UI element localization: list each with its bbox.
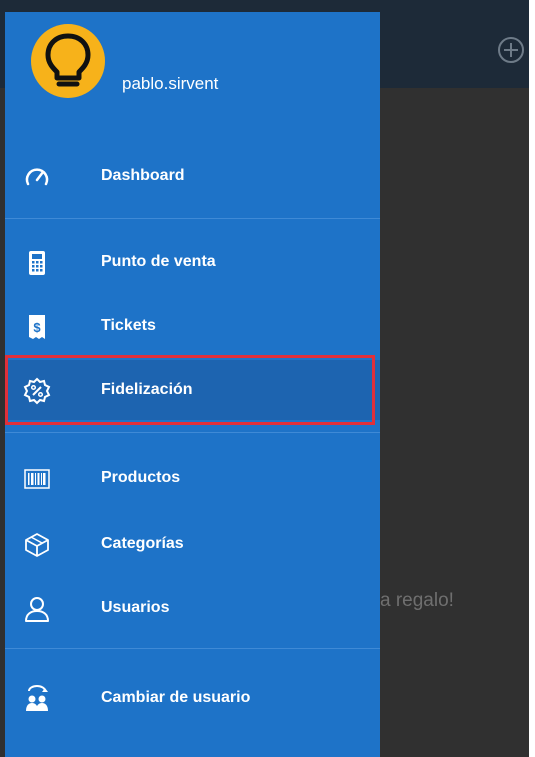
percent-badge-icon — [23, 377, 51, 405]
avatar[interactable] — [31, 24, 105, 98]
switch-user-icon — [26, 685, 48, 711]
navigation-drawer: pablo.sirvent Dashboard Punto de venta $… — [5, 12, 380, 757]
receipt-icon: $ — [29, 315, 45, 339]
menu-item-label: Productos — [101, 469, 181, 486]
menu-item-cambiar-de-usuario[interactable]: Cambiar de usuario — [5, 668, 380, 728]
menu-item-fidelizacion[interactable]: Fidelización — [5, 360, 380, 420]
background-message-text: a regalo! — [380, 590, 454, 611]
menu-item-label: Usuarios — [101, 599, 170, 616]
username: pablo.sirvent — [122, 74, 219, 93]
menu-item-label: Fidelización — [101, 381, 193, 398]
calculator-icon — [29, 251, 45, 275]
menu-item-label: Tickets — [101, 317, 156, 334]
screen-edge — [529, 0, 535, 757]
speedometer-icon — [25, 168, 49, 186]
menu-item-dashboard[interactable]: Dashboard — [5, 146, 380, 206]
divider — [5, 648, 380, 649]
lightbulb-icon — [45, 33, 91, 87]
barcode-icon — [24, 469, 50, 489]
box-icon — [25, 533, 49, 557]
menu-item-categorias[interactable]: Categorías — [5, 514, 380, 574]
profile-header: pablo.sirvent — [5, 12, 380, 132]
menu-item-punto-de-venta[interactable]: Punto de venta — [5, 232, 380, 292]
menu-item-tickets[interactable]: $ Tickets — [5, 296, 380, 356]
menu-item-label: Dashboard — [101, 167, 185, 184]
menu-item-usuarios[interactable]: Usuarios — [5, 578, 380, 638]
menu-item-label: Punto de venta — [101, 253, 216, 270]
menu-item-label: Cambiar de usuario — [101, 689, 251, 706]
add-circle-icon[interactable] — [495, 34, 527, 66]
divider — [5, 432, 380, 433]
svg-text:$: $ — [33, 320, 41, 335]
menu-item-productos[interactable]: Productos — [5, 448, 380, 508]
divider — [5, 218, 380, 219]
menu-item-label: Categorías — [101, 535, 184, 552]
user-icon — [25, 597, 49, 622]
